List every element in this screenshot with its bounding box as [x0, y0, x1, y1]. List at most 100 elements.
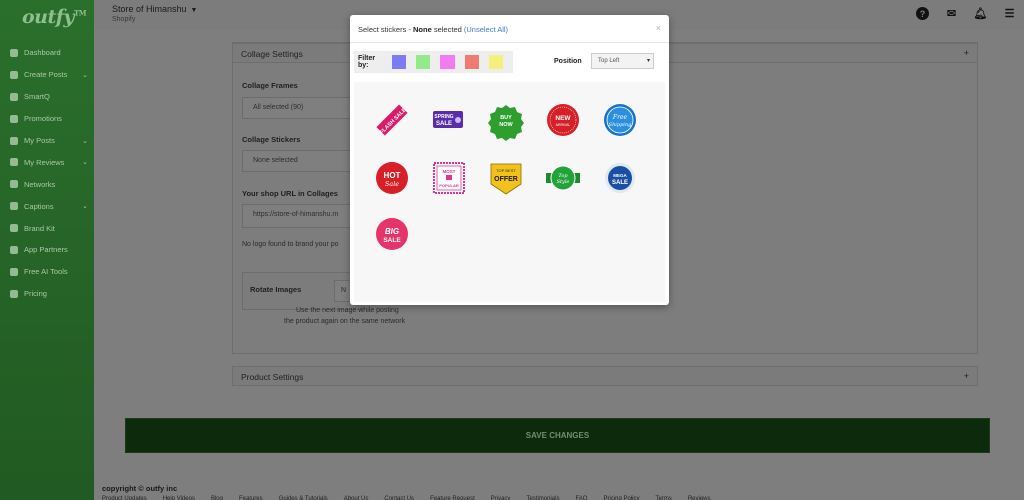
sidebar-item-label: My Reviews [24, 157, 65, 167]
svg-text:OFFER: OFFER [494, 176, 518, 183]
position-select[interactable]: Top Left ▾ [591, 53, 654, 69]
sidebar-item-promotions[interactable]: Promotions [0, 108, 94, 130]
sidebar-item-label: My Posts [24, 136, 55, 145]
logo-trademark: TM [73, 8, 86, 18]
menu-icon[interactable]: ☰ [1003, 7, 1016, 20]
footer-link[interactable]: Guides & Tutorials [279, 496, 328, 500]
sticker-big-sale[interactable]: BIG SALE [374, 216, 410, 252]
svg-text:Shipping: Shipping [609, 122, 632, 128]
color-filter-swatch[interactable] [488, 55, 503, 69]
sticker-flash-sale-image: FLASH SALE [376, 104, 408, 136]
collage-frames-select[interactable]: All selected (90) [242, 97, 362, 119]
modal-header: Select stickers - None selected (Unselec… [350, 15, 669, 43]
sidebar-item-app-partners[interactable]: App Partners [0, 239, 94, 261]
footer-link[interactable]: Terms [655, 496, 671, 500]
footer-link[interactable]: Blog [211, 496, 223, 500]
sticker-buy-now[interactable]: BUY NOW [488, 102, 524, 141]
footer-links: Product Updates Help Videos Blog Features Gu… [102, 496, 727, 500]
bell-icon[interactable]: 🔔︎ [974, 7, 988, 20]
color-filter-swatch[interactable] [464, 55, 479, 69]
sidebar-item-my-posts[interactable]: My Posts ⌄ [0, 130, 94, 152]
close-icon[interactable]: × [656, 23, 661, 33]
svg-text:HOT: HOT [384, 171, 401, 180]
save-changes-button[interactable]: SAVE CHANGES [125, 418, 990, 453]
footer-link[interactable]: Testimonials [526, 496, 559, 500]
sidebar-item-brand-kit[interactable]: Brand Kit [0, 217, 94, 239]
rotate-images-label: Rotate Images [250, 285, 302, 294]
unselect-all-link[interactable]: (Unselect All) [464, 25, 508, 34]
sidebar-item-label: Create Posts [24, 70, 68, 80]
sticker-spring-sale-image: SPRINGSALE [433, 111, 463, 128]
smartq-icon [8, 91, 19, 102]
sidebar-item-my-reviews[interactable]: My Reviews ⌄ [0, 151, 94, 173]
svg-text:ARRIVAL: ARRIVAL [556, 123, 571, 127]
footer-link[interactable]: Reviews [688, 496, 711, 500]
sticker-top-style-image: TopStyle [546, 165, 580, 191]
select-stickers-modal: Select stickers - None selected (Unselec… [350, 15, 669, 305]
expand-icon[interactable]: + [964, 48, 969, 58]
sidebar-item-free-ai-tools[interactable]: Free AI Tools [0, 261, 94, 283]
footer-link[interactable]: About Us [344, 496, 369, 500]
mail-icon[interactable]: ✉ [945, 7, 958, 20]
sidebar-item-networks[interactable]: Networks [0, 173, 94, 195]
tag-icon [8, 288, 19, 299]
sticker-mega-sale[interactable]: MEGA SALE [602, 160, 638, 196]
collage-stickers-select[interactable]: None selected [242, 150, 362, 172]
footer-link[interactable]: Help Videos [163, 496, 195, 500]
shop-url-input[interactable]: https://store-of-himanshu.m [242, 204, 362, 228]
expand-icon[interactable]: + [964, 371, 969, 381]
footer-link[interactable]: FAQ [575, 496, 587, 500]
footer-link[interactable]: Contact Us [384, 496, 414, 500]
sidebar-item-label: SmartQ [24, 92, 50, 102]
pencil-icon [8, 69, 19, 80]
sidebar-item-label: Pricing [24, 289, 47, 299]
store-platform: Shopify [112, 16, 136, 23]
collage-frames-label: Collage Frames [242, 81, 298, 90]
sticker-most-popular[interactable]: MOST POPULAR [431, 160, 467, 196]
sticker-top-style[interactable]: Top Style [545, 160, 581, 196]
svg-text:SALE: SALE [436, 121, 452, 127]
footer-link[interactable]: Product Updates [102, 496, 147, 500]
rotate-help-1: Use the next image while posting [296, 307, 399, 314]
sidebar-item-captions[interactable]: Captions ⌄ [0, 195, 94, 217]
sticker-new-arrival[interactable]: NEW ARRIVAL [545, 102, 581, 138]
sidebar-item-label: Free AI Tools [24, 267, 68, 277]
globe-icon [8, 113, 19, 124]
color-filter-swatch[interactable] [416, 55, 431, 69]
sticker-new-arrival-image: NEWARRIVAL [547, 104, 579, 136]
sticker-spring-sale[interactable]: SPRING SALE [431, 102, 467, 138]
footer-link[interactable]: Feature Request [430, 496, 475, 500]
chevron-down-icon[interactable]: ⌄ [82, 158, 88, 166]
chevron-down-icon[interactable]: ⌄ [82, 71, 88, 79]
collage-settings-title: Collage Settings [241, 49, 303, 59]
footer-link[interactable]: Features [239, 496, 263, 500]
sticker-free-shipping[interactable]: Free Shipping [602, 102, 638, 138]
footer-link[interactable]: Privacy [491, 496, 511, 500]
chevron-down-icon: ▾ [646, 58, 650, 64]
sticker-top-best-offer[interactable]: TOP BEST OFFER [488, 160, 524, 196]
color-filter-swatch[interactable] [440, 55, 455, 69]
sticker-free-shipping-image: FreeShipping [604, 104, 636, 136]
help-icon[interactable]: ? [916, 7, 929, 20]
sticker-big-sale-image: BIGSALE [376, 218, 408, 250]
modal-title-count: None [413, 25, 432, 34]
footer-link[interactable]: Pricing Policy [603, 496, 639, 500]
outfy-logo[interactable]: outfyTM [22, 6, 86, 28]
sidebar-item-dashboard[interactable]: Dashboard [0, 42, 94, 64]
svg-text:MEGA: MEGA [613, 173, 627, 178]
sidebar-item-create-posts[interactable]: Create Posts ⌄ [0, 64, 94, 86]
chevron-down-icon[interactable]: ⌄ [82, 202, 88, 210]
sticker-flash-sale[interactable]: FLASH SALE [374, 102, 410, 138]
svg-text:MOST: MOST [443, 169, 456, 174]
sidebar: outfyTM Dashboard Create Posts ⌄ SmartQ Prom… [0, 0, 94, 500]
sidebar-item-pricing[interactable]: Pricing [0, 283, 94, 305]
wifi-icon [8, 179, 19, 190]
sticker-hot-sale[interactable]: HOT Sale [374, 160, 410, 196]
sidebar-item-smartq[interactable]: SmartQ [0, 86, 94, 108]
store-switcher[interactable]: Store of Himanshu ▼ [112, 4, 197, 14]
filter-label: Filter by: [358, 55, 376, 69]
color-filter-swatch[interactable] [391, 55, 407, 69]
product-settings-header[interactable]: Product Settings + [232, 366, 978, 386]
chevron-down-icon[interactable]: ⌄ [82, 137, 88, 145]
top-icons: ? ✉ 🔔︎ ☰ [916, 7, 1016, 20]
